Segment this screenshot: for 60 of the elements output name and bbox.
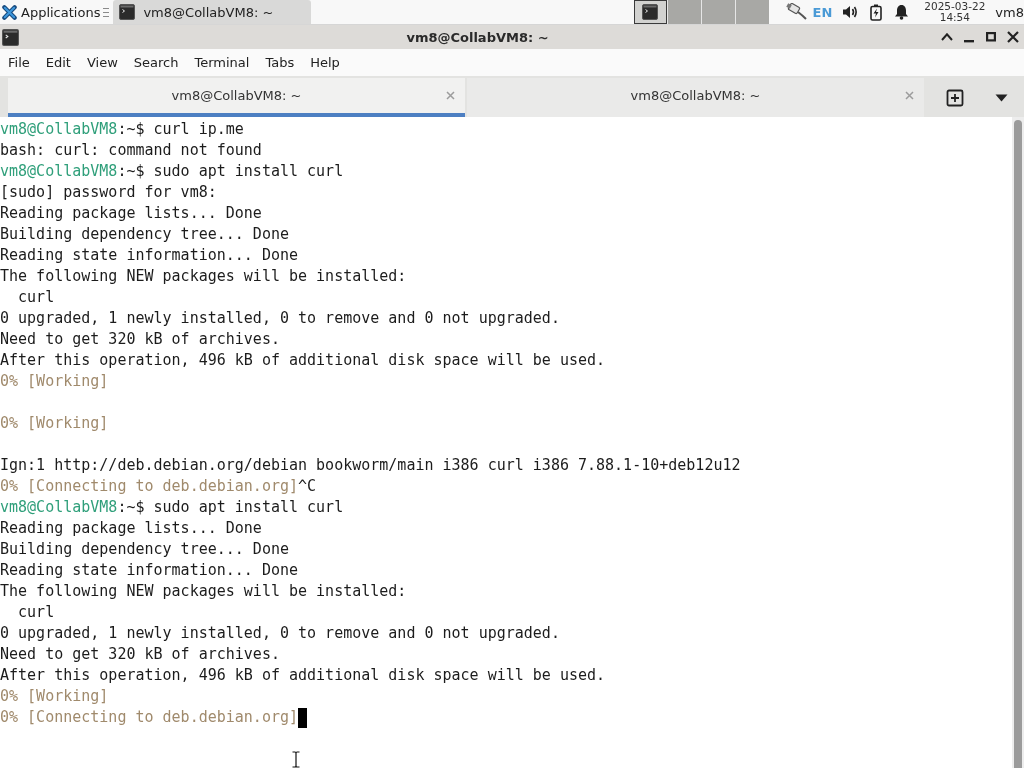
- menu-item[interactable]: File: [0, 52, 38, 73]
- ibeam-pointer-icon: [291, 751, 301, 768]
- output-line: 0 upgraded, 1 newly installed, 0 to remove and 0 not upgraded.: [0, 623, 560, 644]
- output-line: Ign:1 http://deb.debian.org/debian bookworm/main i386 curl i386 7.88.1-10+deb12u12: [0, 455, 741, 476]
- output-line: The following NEW packages will be installed:: [0, 266, 407, 287]
- output-line: Need to get 320 kB of archives.: [0, 644, 280, 665]
- output-line: Reading package lists... Done: [0, 203, 262, 224]
- command-line: vm8@CollabVM8:~$ sudo apt install curl: [0, 161, 344, 182]
- progress-line: 0% [Working]: [0, 371, 109, 392]
- grip-icon: [103, 7, 110, 17]
- window-title: vm8@CollabVM8: ~: [405, 29, 550, 45]
- output-line: [sudo] password for vm8:: [0, 182, 217, 203]
- menu-item[interactable]: Help: [302, 52, 348, 73]
- output-line: Need to get 320 kB of archives.: [0, 329, 280, 350]
- output-line: After this operation, 496 kB of additional disk space will be used.: [0, 665, 606, 686]
- volume-icon[interactable]: [842, 4, 859, 20]
- clock-date: 2025-03-22: [924, 1, 986, 12]
- output-line: Building dependency tree... Done: [0, 224, 289, 245]
- menu-item[interactable]: Search: [125, 52, 187, 73]
- terminal-tab[interactable]: vm8@CollabVM8: ~: [8, 78, 465, 117]
- terminal-icon: [642, 4, 659, 20]
- output-line: After this operation, 496 kB of additional disk space will be used.: [0, 350, 606, 371]
- output-line: Building dependency tree... Done: [0, 539, 289, 560]
- terminal-icon: [119, 4, 136, 20]
- output-line: bash: curl: command not found: [0, 140, 262, 161]
- output-line: 0 upgraded, 1 newly installed, 0 to remove and 0 not upgraded.: [0, 308, 560, 329]
- output-line: Reading package lists... Done: [0, 518, 262, 539]
- menu-item[interactable]: View: [78, 52, 126, 73]
- progress-line: 0% [Connecting to deb.debian.org]: [0, 707, 298, 728]
- command-line: vm8@CollabVM8:~$ sudo apt install curl: [0, 497, 344, 518]
- new-tab-icon[interactable]: [945, 88, 964, 107]
- caret-down-icon[interactable]: [995, 93, 1009, 102]
- applications-menu-button[interactable]: Applications: [0, 0, 104, 24]
- user-name[interactable]: vm8: [995, 4, 1024, 20]
- terminal-tab[interactable]: vm8@CollabVM8: ~: [467, 78, 924, 117]
- terminal-icon: [2, 28, 19, 46]
- terminal-view[interactable]: [0, 117, 1024, 768]
- workspace-button[interactable]: [633, 0, 667, 24]
- close-icon: [1007, 31, 1019, 43]
- progress-line: 0% [Working]: [0, 686, 109, 707]
- output-line: Reading state information... Done: [0, 245, 298, 266]
- caret-up-icon: [941, 33, 953, 41]
- progress-line: 0% [Connecting to deb.debian.org]^C: [0, 476, 317, 497]
- command-line: vm8@CollabVM8:~$ curl ip.me: [0, 119, 244, 140]
- bell-icon[interactable]: [894, 4, 910, 20]
- menu-item[interactable]: Tabs: [257, 52, 303, 73]
- menu-item[interactable]: Terminal: [186, 52, 258, 73]
- battery-charging-icon[interactable]: [870, 3, 883, 21]
- output-line: The following NEW packages will be installed:: [0, 581, 407, 602]
- output-line: Reading state information... Done: [0, 560, 298, 581]
- minimize-icon: [964, 40, 974, 43]
- plug-icon: [784, 3, 807, 21]
- clock-time: 14:54: [939, 12, 970, 23]
- output-line: curl: [17, 602, 55, 623]
- x-logo-icon: [2, 4, 17, 20]
- maximize-icon: [986, 32, 996, 42]
- taskbar-window-button[interactable]: vm8@CollabVM8: ~: [113, 0, 312, 24]
- menu-item[interactable]: Edit: [37, 52, 79, 73]
- output-line: curl: [17, 287, 55, 308]
- progress-line: 0% [Working]: [0, 413, 109, 434]
